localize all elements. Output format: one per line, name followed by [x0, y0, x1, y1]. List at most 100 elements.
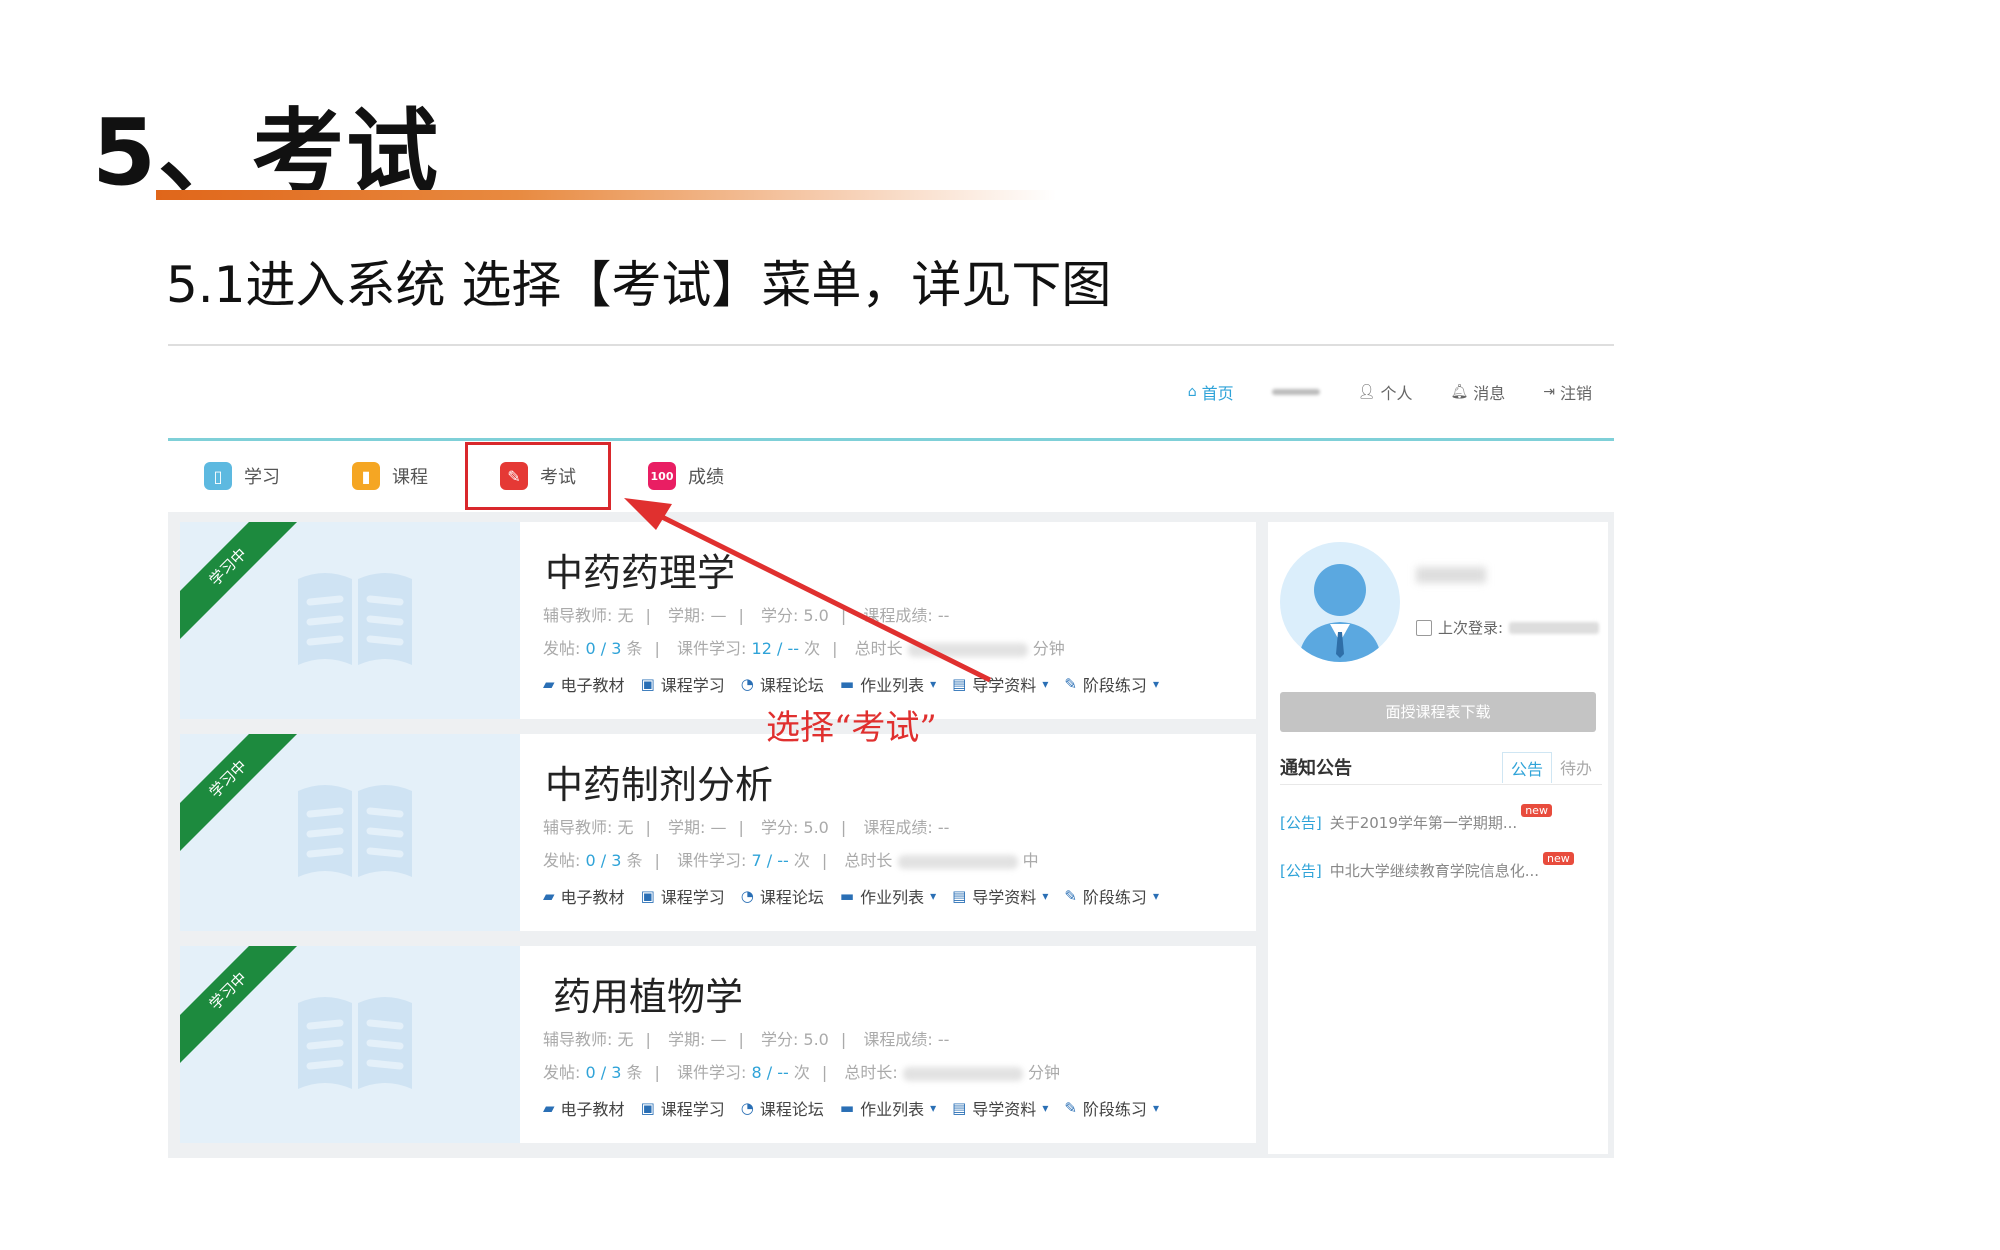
edit-icon: ✎ [1064, 1099, 1077, 1117]
textbook-icon: ▰ [543, 887, 555, 905]
action-label: 电子教材 [560, 676, 625, 695]
chat-icon: ◔ [740, 675, 754, 693]
action-practice[interactable]: ✎ 阶段练习 ▾ [1064, 1096, 1159, 1120]
book-icon [298, 785, 412, 877]
nav-course[interactable]: ▮ 课程 [316, 441, 464, 511]
action-homework[interactable]: ▬ 作业列表 ▾ [840, 672, 936, 696]
term: 学期: — [667, 818, 727, 837]
chat-icon: ◔ [740, 1099, 754, 1117]
action-label: 阶段练习 [1082, 676, 1147, 695]
course-actions: ▰ 电子教材 ▣ 课程学习 ◔ 课程论坛 ▬ 作业列表 ▾ ▤ 导学资料 ▾ ✎ 阶段练习 ▾ [543, 1096, 1159, 1120]
textbook-icon: ▰ [543, 1099, 555, 1117]
action-textbook[interactable]: ▰ 电子教材 [543, 884, 625, 908]
action-guide[interactable]: ▤ 导学资料 ▾ [952, 884, 1048, 908]
action-forum[interactable]: ◔ 课程论坛 [741, 1096, 824, 1120]
download-schedule-button[interactable]: 面授课程表下载 [1280, 692, 1596, 732]
action-guide[interactable]: ▤ 导学资料 ▾ [952, 1096, 1048, 1120]
term: 学期: — [667, 606, 727, 625]
nav-exam-label: 考试 [540, 467, 576, 488]
course-actions: ▰ 电子教材 ▣ 课程学习 ◔ 课程论坛 ▬ 作业列表 ▾ ▤ 导学资料 ▾ ✎ 阶段练习 ▾ [543, 672, 1159, 696]
action-practice[interactable]: ✎ 阶段练习 ▾ [1064, 672, 1159, 696]
action-practice[interactable]: ✎ 阶段练习 ▾ [1064, 884, 1159, 908]
logout-link-label: 注销 [1559, 384, 1592, 403]
main-nav: ▯ 学习 ▮ 课程 ✎ 考试 100 成绩 [168, 441, 1614, 511]
notice-title: 通知公告 [1280, 758, 1352, 779]
action-course-study[interactable]: ▣ 课程学习 [641, 1096, 725, 1120]
play-icon: ▣ [640, 675, 655, 693]
action-course-study[interactable]: ▣ 课程学习 [641, 884, 725, 908]
top-links: ⌂ 首页 👤︎ 个人 🔔︎ 消息 ⇥ 注销 [1188, 380, 1592, 404]
action-course-study[interactable]: ▣ 课程学习 [641, 672, 725, 696]
course-card[interactable]: 学习中 中药制剂分析 辅导教师: 无 | 学期: — | 学分: 5.0 | 课程成绩… [180, 734, 1256, 931]
duration-tail: 中 [1022, 851, 1039, 870]
redacted-username [1416, 567, 1486, 583]
content-area: 学习中 中药药理学 辅导教师: 无 | 学期: — | 学分: 5.0 | 课程成绩:… [168, 512, 1614, 1158]
action-homework[interactable]: ▬ 作业列表 ▾ [840, 1096, 936, 1120]
duration-tail: 分钟 [1028, 1063, 1061, 1082]
posts-value: 0 / 3 [585, 639, 622, 658]
course-title[interactable]: 中药药理学 [545, 542, 735, 597]
nav-study[interactable]: ▯ 学习 [168, 441, 316, 511]
course-card[interactable]: 学习中 药用植物学 辅导教师: 无 | 学期: — | 学分: 5.0 | 课程成绩:… [180, 946, 1256, 1143]
chevron-down-icon: ▾ [1152, 1101, 1159, 1115]
action-homework[interactable]: ▬ 作业列表 ▾ [840, 884, 936, 908]
action-label: 阶段练习 [1082, 1100, 1147, 1119]
notice-text: 关于2019学年第一学期期... [1329, 814, 1518, 832]
notice-tag: [公告] [1280, 814, 1322, 832]
nav-study-label: 学习 [244, 467, 280, 488]
chevron-down-icon: ▾ [1042, 889, 1049, 903]
notice-item[interactable]: [公告] 关于2019学年第一学期期...new [1280, 804, 1552, 833]
action-label: 电子教材 [560, 1100, 625, 1119]
course-title[interactable]: 药用植物学 [553, 966, 743, 1021]
home-link-label: 首页 [1201, 384, 1234, 403]
last-login-label: 上次登录: [1438, 619, 1504, 637]
logout-link[interactable]: ⇥ 注销 [1543, 380, 1592, 404]
tab-announcements[interactable]: 公告 [1501, 752, 1552, 783]
notice-text: 中北大学继续教育学院信息化... [1329, 862, 1540, 880]
blurred-link[interactable] [1271, 380, 1320, 404]
study-value: 7 / -- [751, 851, 789, 870]
folder-icon: ▬ [839, 887, 855, 905]
home-icon: ⌂ [1187, 384, 1197, 400]
messages-link[interactable]: 🔔︎ 消息 [1450, 380, 1505, 404]
tab-todo[interactable]: 待办 [1552, 752, 1600, 783]
textbook-icon: ▰ [543, 675, 555, 693]
course-thumbnail: 学习中 [180, 946, 520, 1143]
action-label: 导学资料 [972, 888, 1037, 907]
course-card[interactable]: 学习中 中药药理学 辅导教师: 无 | 学期: — | 学分: 5.0 | 课程成绩:… [180, 522, 1256, 719]
course-thumbnail: 学习中 [180, 734, 520, 931]
action-textbook[interactable]: ▰ 电子教材 [543, 672, 625, 696]
chevron-down-icon: ▾ [1152, 677, 1159, 691]
nav-score[interactable]: 100 成绩 [612, 441, 760, 511]
system-screenshot: ⌂ 首页 👤︎ 个人 🔔︎ 消息 ⇥ 注销 ▯ 学习 ▮ 课程 ✎ 考试 100… [168, 344, 1614, 1158]
posts-value: 0 / 3 [585, 1063, 622, 1082]
action-label: 电子教材 [560, 888, 625, 907]
credit: 学分: 5.0 [760, 1030, 829, 1049]
posts-unit: 条 [626, 639, 643, 658]
action-textbook[interactable]: ▰ 电子教材 [543, 1096, 625, 1120]
course-meta: 辅导教师: 无 | 学期: — | 学分: 5.0 | 课程成绩: -- [543, 818, 950, 837]
redacted-duration [902, 1066, 1023, 1081]
chevron-down-icon: ▾ [1042, 1101, 1049, 1115]
credit: 学分: 5.0 [760, 818, 829, 837]
nav-exam[interactable]: ✎ 考试 [464, 441, 612, 511]
course-stats: 发帖: 0 / 3 条 | 课件学习: 12 / -- 次 | 总时长 分钟 [543, 639, 1065, 658]
action-label: 阶段练习 [1082, 888, 1147, 907]
notice-item[interactable]: [公告] 中北大学继续教育学院信息化...new [1280, 852, 1574, 881]
home-link[interactable]: ⌂ 首页 [1188, 380, 1234, 404]
notice-divider [1280, 784, 1602, 785]
action-forum[interactable]: ◔ 课程论坛 [741, 672, 824, 696]
action-guide[interactable]: ▤ 导学资料 ▾ [952, 672, 1048, 696]
nav-score-label: 成绩 [688, 467, 724, 488]
study-label: 课件学习: [677, 851, 747, 870]
title-underline [156, 190, 1056, 200]
action-label: 课程学习 [660, 1100, 725, 1119]
personal-link[interactable]: 👤︎ 个人 [1358, 380, 1413, 404]
action-forum[interactable]: ◔ 课程论坛 [741, 884, 824, 908]
action-label: 课程学习 [660, 888, 725, 907]
pencil-icon: ✎ [500, 462, 528, 490]
chevron-down-icon: ▾ [930, 889, 937, 903]
nav-course-label: 课程 [392, 467, 428, 488]
course-title[interactable]: 中药制剂分析 [545, 754, 773, 809]
grade: 课程成绩: -- [863, 1030, 950, 1049]
